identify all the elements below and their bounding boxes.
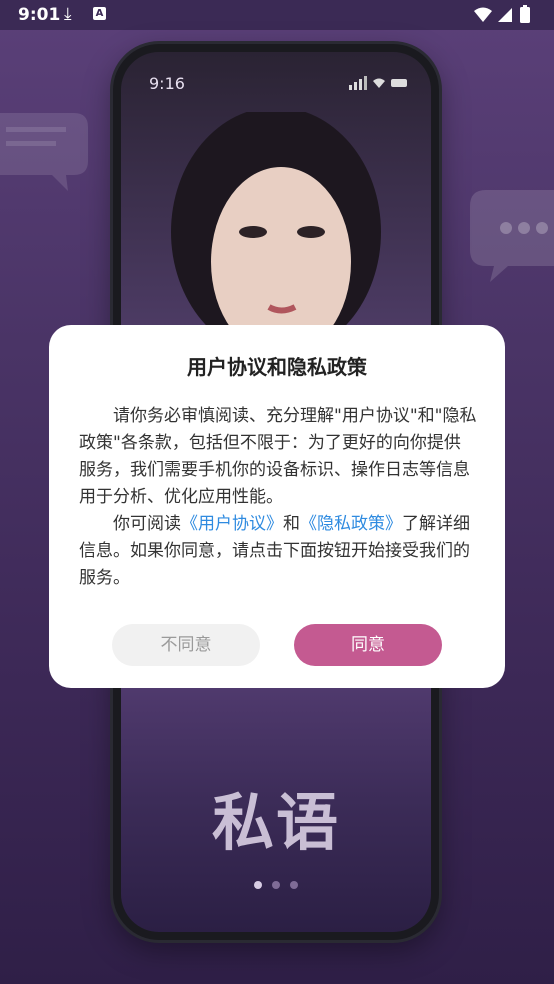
agree-button[interactable]: 同意 [294,624,442,666]
dialog-title: 用户协议和隐私政策 [187,355,367,379]
dialog-paragraph-2: 你可阅读《用户协议》和《隐私政策》了解详细信息。如果你同意，请点击下面按钮开始接… [79,511,477,592]
signal-icon [498,8,512,22]
privacy-policy-link[interactable]: 《隐私政策》 [300,514,402,534]
dialog-paragraph-1: 请你务必审慎阅读、充分理解"用户协议"和"隐私政策"各条款，包括但不限于：为了更… [79,406,477,507]
p2-prefix: 你可阅读 [113,514,181,534]
notification-a-icon: A [93,7,106,20]
status-bar: 9:01 ⤓ A [0,0,554,30]
disagree-button[interactable]: 不同意 [112,624,260,666]
dialog-body: 请你务必审慎阅读、充分理解"用户协议"和"隐私政策"各条款，包括但不限于：为了更… [79,403,477,592]
agreement-dialog: 用户协议和隐私政策 请你务必审慎阅读、充分理解"用户协议"和"隐私政策"各条款，… [49,325,505,688]
battery-icon [520,7,530,23]
system-icons [472,5,538,29]
status-time: 9:01 [18,5,61,25]
download-icon: ⤓ [64,4,72,24]
wifi-icon [474,7,492,22]
p2-and: 和 [283,514,300,534]
user-agreement-link[interactable]: 《用户协议》 [181,514,283,534]
